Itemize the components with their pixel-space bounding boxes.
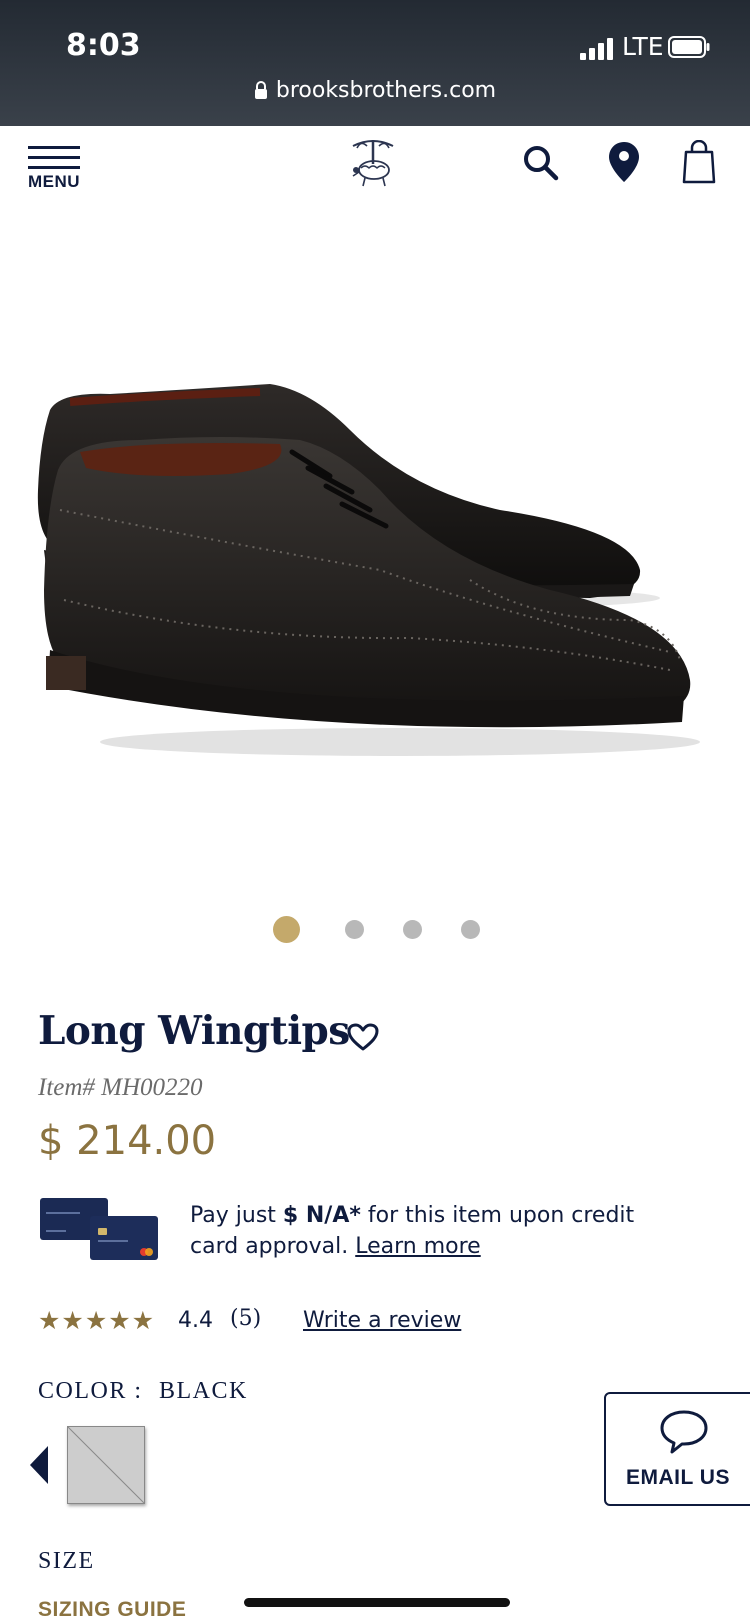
wishlist-heart-icon[interactable] [346,1022,380,1052]
credit-offer-prefix: Pay just [190,1203,283,1228]
color-swatch-black[interactable] [67,1426,145,1504]
address-bar[interactable]: brooksbrothers.com [0,78,750,103]
product-title: Long Wingtips [38,1008,350,1054]
credit-offer-amount: $ N/A* [282,1203,361,1228]
product-price: $ 214.00 [38,1118,217,1164]
image-carousel-dots [0,910,750,950]
credit-card-image [40,1198,158,1260]
carousel-dot[interactable] [403,920,422,939]
location-icon[interactable] [600,138,648,186]
learn-more-link[interactable]: Learn more [355,1234,480,1259]
lock-icon [254,81,267,99]
item-number: Item# MH00220 [38,1074,203,1101]
star-rating[interactable]: ★★★★★ [38,1306,155,1336]
home-indicator[interactable] [244,1598,510,1607]
color-value: BLACK [159,1378,248,1404]
signal-icon [580,38,613,60]
hamburger-line [28,156,80,159]
search-icon[interactable] [516,138,564,186]
clock: 8:03 [66,28,141,63]
site-header: MENU [0,126,750,202]
rating-value: 4.4 [178,1308,213,1333]
hamburger-line [28,146,80,149]
size-label: SIZE [38,1548,95,1574]
carousel-dot[interactable] [461,920,480,939]
hamburger-line [28,166,80,169]
sizing-guide-link[interactable]: SIZING GUIDE [38,1598,186,1622]
email-us-button[interactable]: EMAIL US [604,1392,750,1506]
url-text: brooksbrothers.com [275,78,497,103]
chevron-left-icon[interactable] [28,1446,50,1484]
golden-fleece-logo[interactable] [347,134,399,190]
battery-icon [668,36,710,58]
status-bar: 8:03 LTE brooksbrothers.com [0,0,750,126]
carousel-dot-active[interactable] [273,916,300,943]
credit-offer-text: Pay just $ N/A* for this item upon credi… [190,1200,670,1262]
review-count[interactable]: (5) [230,1306,261,1331]
menu-button[interactable]: MENU [28,138,82,192]
network-type: LTE [622,32,664,61]
menu-label: MENU [28,172,81,191]
bag-icon[interactable] [675,138,723,186]
carousel-dot[interactable] [345,920,364,939]
write-review-link[interactable]: Write a review [303,1308,461,1333]
chat-bubble-icon [660,1410,708,1454]
color-label: COLOR : [38,1378,143,1404]
product-image[interactable] [30,370,720,800]
email-us-label: EMAIL US [626,1466,730,1489]
